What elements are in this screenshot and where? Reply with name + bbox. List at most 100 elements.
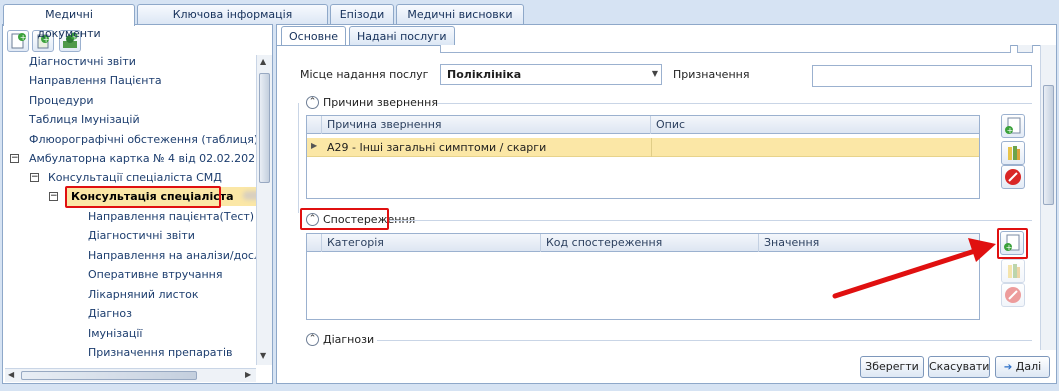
observations-grid[interactable]: Категорія Код спостереження Значення	[306, 233, 980, 320]
tab-episodes[interactable]: Епізоди	[330, 4, 394, 25]
collapse-reasons-icon[interactable]: ⌃	[306, 96, 319, 109]
svg-text:+: +	[1007, 126, 1014, 135]
add-reason-button[interactable]: +	[1001, 114, 1025, 138]
document-tree: Діагностичні звіти Направлення Пацієнта …	[5, 55, 257, 391]
column-header-value[interactable]: Значення	[759, 234, 979, 252]
tree-horizontal-scrollbar[interactable]: ◀ ▶	[5, 368, 256, 382]
tree-item-label: Оперативне втручання	[88, 268, 223, 281]
collapse-icon[interactable]: −	[30, 173, 39, 182]
tree-item-label: Амбулаторна картка № 4 від 02.02.2021	[29, 152, 257, 165]
tree-item-consultations[interactable]: Консультації спеціаліста СМД	[48, 168, 222, 187]
tree-item[interactable]: Діагностичні звіти	[88, 226, 195, 245]
tree-item-label: Діагностичні звіти	[29, 55, 136, 68]
scroll-left-icon[interactable]: ◀	[8, 370, 14, 379]
tree-item-label: Призначення препаратів	[88, 346, 233, 359]
tab-key-patient-info[interactable]: Ключова інформація пацієнта	[137, 4, 328, 40]
tree-item-label: Процедури	[29, 94, 94, 107]
tree-item-label: Консультації спеціаліста СМД	[48, 171, 222, 184]
top-cropped-field[interactable]	[440, 45, 1011, 53]
chevron-down-icon[interactable]: ▼	[652, 69, 658, 78]
next-button[interactable]: ➔ Далі	[995, 356, 1050, 378]
top-field-button[interactable]	[1017, 45, 1033, 53]
documents-panel: + + + Діагностичні звіти Направлення Пац…	[2, 24, 273, 384]
save-button[interactable]: Зберегти	[860, 356, 924, 378]
tree-item[interactable]: Флюорографічні обстеження (таблиця)	[29, 130, 257, 149]
highlight-frame	[300, 208, 389, 230]
tab-medical-conclusions[interactable]: Медичні висновки	[396, 4, 524, 25]
tree-item[interactable]: Направлення на аналізи/дослі,	[88, 246, 257, 265]
tree-item-label: Діагноз	[88, 307, 132, 320]
document-editor-panel: Основне Надані послуги Місце надання пос…	[276, 24, 1057, 384]
scroll-down-icon[interactable]: ▼	[260, 351, 266, 360]
assignment-input[interactable]	[812, 65, 1032, 87]
table-row[interactable]: ▶ A29 - Інші загальні симптоми / скарги	[307, 138, 979, 157]
tab-main[interactable]: Основне	[281, 26, 347, 46]
diagnoses-group-line	[377, 340, 1032, 341]
row-indicator-icon: ▶	[311, 141, 318, 150]
cell-divider	[651, 138, 652, 157]
highlight-frame	[997, 228, 1028, 259]
form-vertical-scrollbar[interactable]	[1040, 45, 1056, 350]
tree-item[interactable]: Діагностичні звіти	[29, 55, 136, 71]
collapse-icon[interactable]: −	[49, 192, 58, 201]
tree-item[interactable]: Направлення Пацієнта	[29, 71, 162, 90]
tab-provided-services[interactable]: Надані послуги	[349, 26, 455, 46]
tree-item-label: Імунізації	[88, 327, 143, 340]
tab-medical-documents[interactable]: Медичні документи	[3, 4, 135, 40]
scrollbar-thumb[interactable]	[1043, 85, 1054, 205]
highlight-frame	[65, 186, 221, 208]
tree-item-label: Направлення Пацієнта	[29, 74, 162, 87]
column-header-observation-code[interactable]: Код спостереження	[541, 234, 759, 252]
collapse-diagnoses-icon[interactable]: ⌃	[306, 333, 319, 346]
scroll-up-icon[interactable]: ▲	[260, 57, 266, 66]
tree-item[interactable]: Імунізації	[88, 324, 143, 343]
tree-item[interactable]: Оперативне втручання	[88, 265, 222, 284]
tree-item[interactable]: Діагноз	[88, 304, 132, 323]
tree-item-label: Направлення на аналізи/дослі,	[88, 249, 257, 262]
blurred-text	[243, 191, 257, 200]
column-header[interactable]	[307, 116, 322, 134]
tree-item[interactable]: Таблиця Імунізацій	[29, 110, 140, 129]
new-document-icon: +	[11, 33, 27, 49]
place-of-service-label: Місце надання послуг	[300, 68, 429, 81]
tree-vertical-scrollbar[interactable]: ▲ ▼	[256, 55, 272, 365]
cancel-button[interactable]: Скасувати	[928, 356, 990, 378]
diagnoses-group-title: Діагнози	[323, 333, 375, 346]
edit-observation-button[interactable]	[1001, 259, 1025, 283]
observations-group-line	[390, 220, 1032, 221]
reasons-grid[interactable]: Причина звернення Опис ▶ A29 - Інші зага…	[306, 115, 980, 199]
edit-icon	[1008, 146, 1020, 160]
tree-item-label: Лікарняний листок	[88, 288, 199, 301]
reasons-group-left-border	[298, 103, 299, 213]
next-button-label: Далі	[1015, 360, 1042, 373]
tree-item-label: Таблиця Імунізацій	[29, 113, 140, 126]
reasons-grid-header: Причина звернення Опис	[307, 116, 979, 134]
tree-item[interactable]: Процедури	[29, 91, 94, 110]
column-header-description[interactable]: Опис	[651, 116, 979, 134]
edit-reason-button[interactable]	[1001, 141, 1025, 165]
delete-icon	[1005, 169, 1021, 185]
scroll-right-icon[interactable]: ▶	[245, 370, 251, 379]
tree-item-label: Флюорографічні обстеження (таблиця)	[29, 133, 257, 146]
collapse-icon[interactable]: −	[10, 154, 19, 163]
column-header-category[interactable]: Категорія	[322, 234, 541, 252]
reasons-group-title: Причини звернення	[323, 96, 438, 109]
delete-observation-button[interactable]	[1001, 283, 1025, 307]
tree-item[interactable]: Направлення пацієнта(Тест)	[88, 207, 254, 226]
edit-icon	[1008, 264, 1020, 278]
svg-text:+: +	[20, 33, 27, 42]
add-document-button[interactable]: +	[7, 30, 29, 52]
place-of-service-select[interactable]: Поліклініка ▼	[440, 64, 662, 85]
tree-item-ambulatory-card[interactable]: Амбулаторна картка № 4 від 02.02.2021	[29, 149, 257, 168]
scrollbar-thumb[interactable]	[21, 371, 197, 380]
scrollbar-thumb[interactable]	[259, 73, 270, 183]
column-header-reason[interactable]: Причина звернення	[322, 116, 651, 134]
next-arrow-icon: ➔	[1003, 362, 1013, 373]
column-header[interactable]	[307, 234, 322, 252]
tree-item[interactable]: Лікарняний листок	[88, 285, 199, 304]
assignment-label: Призначення	[673, 68, 750, 81]
add-document-icon: +	[1005, 117, 1021, 135]
delete-reason-button[interactable]	[1001, 165, 1025, 189]
tree-item-label: Направлення пацієнта(Тест)	[88, 210, 255, 223]
tree-item[interactable]: Призначення препаратів	[88, 343, 233, 362]
